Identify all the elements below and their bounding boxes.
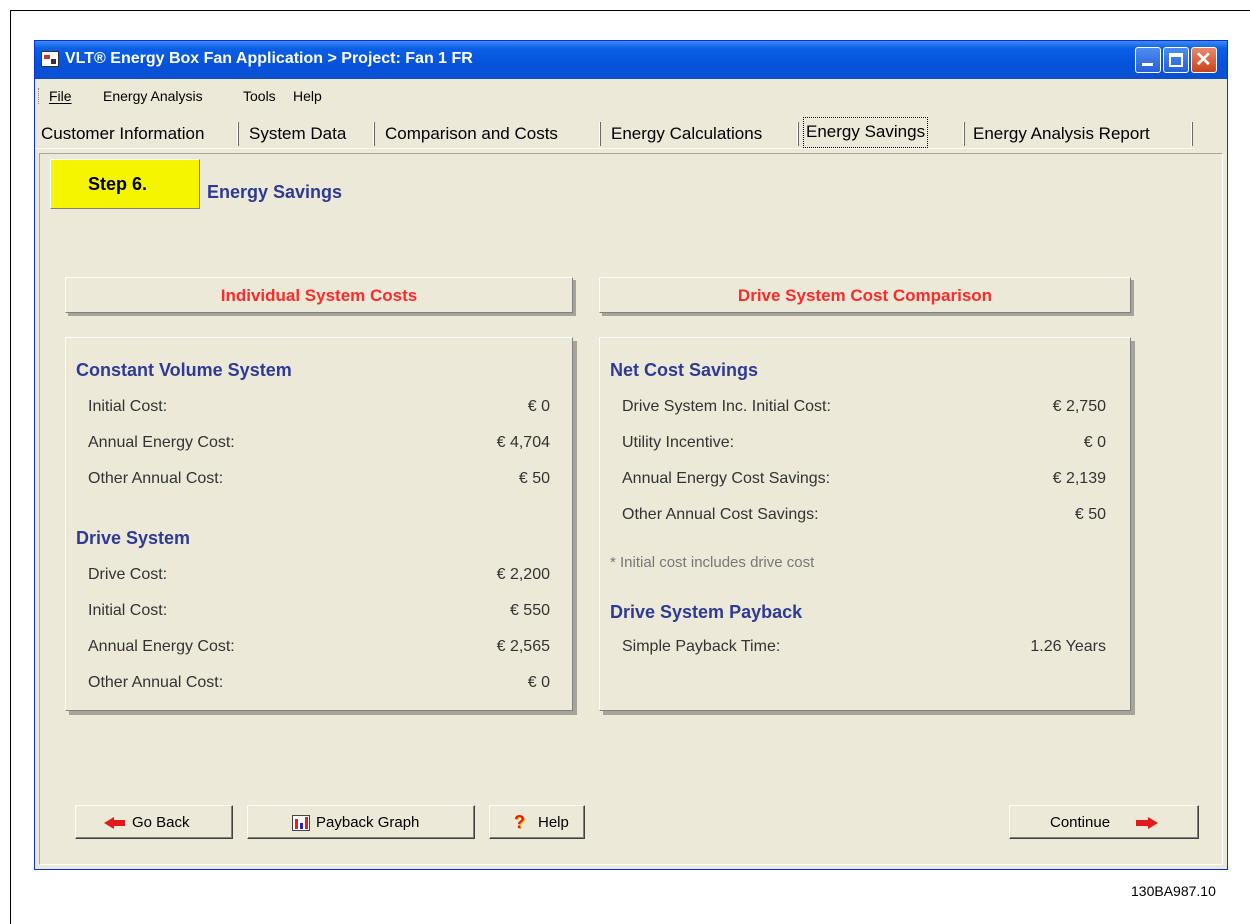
ds-other-annual-cost-value: € 0 (527, 674, 550, 691)
drive-inc-initial-cost-value: € 2,750 (1052, 398, 1106, 415)
menu-grip (38, 88, 41, 104)
go-back-label: Go Back (132, 814, 190, 831)
tab-separator (599, 122, 601, 146)
bar-chart-icon (292, 815, 310, 831)
ds-annual-energy-cost-value: € 2,565 (496, 638, 550, 655)
simple-payback-time-value: 1.26 Years (1030, 638, 1106, 655)
ds-initial-cost-label: Initial Cost: (88, 602, 168, 619)
app-icon[interactable] (41, 51, 59, 67)
annual-energy-cost-savings-value: € 2,139 (1052, 470, 1106, 487)
other-annual-cost-savings-label: Other Annual Cost Savings: (622, 506, 819, 523)
payback-graph-label: Payback Graph (316, 814, 420, 831)
tab-separator (963, 122, 965, 146)
drive-inc-initial-cost-label: Drive System Inc. Initial Cost: (622, 398, 831, 415)
cv-initial-cost-label: Initial Cost: (88, 398, 168, 415)
go-back-button[interactable]: Go Back (75, 805, 233, 839)
tab-customer-information[interactable]: Customer Information (41, 120, 204, 148)
drive-system-cost-comparison-panel: Net Cost Savings Drive System Inc. Initi… (599, 337, 1131, 711)
cv-initial-cost-value: € 0 (527, 398, 550, 415)
minimize-button[interactable] (1135, 47, 1161, 73)
app-window: VLT® Energy Box Fan Application > Projec… (34, 40, 1228, 870)
tab-system-data[interactable]: System Data (249, 120, 346, 148)
arrow-right-icon (1136, 817, 1158, 829)
drive-system-cost-comparison-header: Drive System Cost Comparison (599, 277, 1131, 313)
other-annual-cost-savings-value: € 50 (1074, 506, 1106, 523)
ds-other-annual-cost-label: Other Annual Cost: (88, 674, 224, 691)
figure-id: 130BA987.10 (1131, 883, 1216, 899)
step-label: Step 6. (88, 174, 148, 194)
drive-system-heading: Drive System (76, 528, 191, 548)
annual-energy-cost-savings-label: Annual Energy Cost Savings: (622, 470, 831, 487)
tab-comparison-and-costs[interactable]: Comparison and Costs (385, 120, 558, 148)
step-title: Energy Savings (207, 182, 343, 202)
menu-energy-analysis[interactable]: Energy Analysis (103, 88, 203, 104)
tab-energy-calculations[interactable]: Energy Calculations (611, 120, 762, 148)
step-badge: Step 6. (50, 159, 200, 209)
ds-drive-cost-label: Drive Cost: (88, 566, 168, 583)
tab-separator (237, 122, 239, 146)
tab-separator (373, 122, 375, 146)
initial-cost-note: * Initial cost includes drive cost (610, 554, 815, 571)
menu-file[interactable]: File (49, 88, 72, 104)
tab-separator (1191, 122, 1193, 146)
help-label: Help (538, 814, 569, 831)
ds-annual-energy-cost-label: Annual Energy Cost: (88, 638, 235, 655)
ds-initial-cost-value: € 550 (509, 602, 550, 619)
tab-energy-analysis-report[interactable]: Energy Analysis Report (973, 120, 1150, 148)
question-icon: ? (514, 812, 525, 832)
individual-system-costs-panel: Constant Volume System Initial Cost: € 0… (65, 337, 573, 711)
cv-annual-energy-cost-value: € 4,704 (496, 434, 550, 451)
cv-annual-energy-cost-label: Annual Energy Cost: (88, 434, 235, 451)
menu-help[interactable]: Help (293, 88, 322, 104)
window-title: VLT® Energy Box Fan Application > Projec… (65, 50, 473, 67)
close-icon: ✕ (1195, 49, 1212, 71)
payback-graph-button[interactable]: Payback Graph (247, 805, 475, 839)
cv-other-annual-cost-value: € 50 (518, 470, 550, 487)
menu-file-label: File (49, 88, 72, 104)
tab-separator (797, 122, 799, 146)
cv-other-annual-cost-label: Other Annual Cost: (88, 470, 224, 487)
arrow-left-icon (104, 817, 126, 829)
title-bar[interactable]: VLT® Energy Box Fan Application > Projec… (35, 41, 1227, 79)
constant-volume-heading: Constant Volume System (76, 360, 292, 380)
continue-label: Continue (1050, 814, 1111, 831)
individual-system-costs-header: Individual System Costs (65, 277, 573, 313)
continue-button[interactable]: Continue (1009, 805, 1199, 839)
simple-payback-time-label: Simple Payback Time: (622, 638, 781, 655)
tab-energy-savings[interactable]: Energy Savings (803, 117, 929, 148)
help-button[interactable]: ? Help (489, 805, 585, 839)
utility-incentive-value: € 0 (1083, 434, 1106, 451)
utility-incentive-label: Utility Incentive: (622, 434, 735, 451)
maximize-button[interactable] (1163, 47, 1189, 73)
ds-drive-cost-value: € 2,200 (496, 566, 550, 583)
tab-strip: Customer Information System Data Compari… (35, 117, 1195, 149)
maximize-icon (1169, 53, 1183, 67)
close-button[interactable]: ✕ (1191, 47, 1217, 73)
menu-bar: File Energy Analysis Tools Help (35, 83, 1227, 107)
minimize-icon (1142, 63, 1153, 66)
net-cost-savings-heading: Net Cost Savings (610, 360, 759, 380)
menu-tools[interactable]: Tools (243, 88, 276, 104)
drive-system-payback-heading: Drive System Payback (610, 602, 803, 622)
